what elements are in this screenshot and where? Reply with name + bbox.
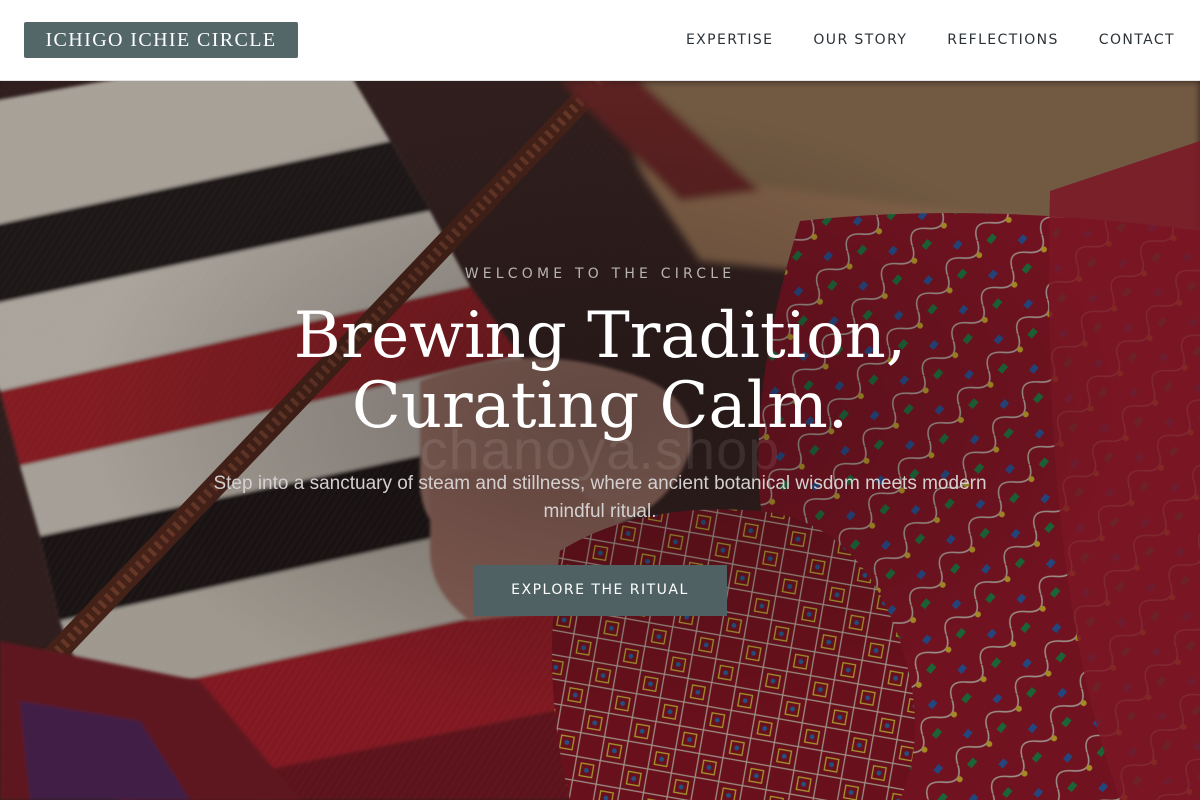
site-logo[interactable]: ICHIGO ICHIE CIRCLE	[24, 22, 298, 58]
hero-subtitle: Step into a sanctuary of steam and still…	[213, 473, 987, 522]
hero-content: WELCOME TO THE CIRCLE Brewing Tradition,…	[0, 81, 1200, 800]
nav-link-expertise[interactable]: EXPERTISE	[686, 30, 773, 50]
landing-page: ICHIGO ICHIE CIRCLE EXPERTISE OUR STORY …	[0, 0, 1200, 800]
nav-link-contact[interactable]: CONTACT	[1099, 30, 1175, 50]
nav-link-our-story[interactable]: OUR STORY	[813, 30, 907, 50]
explore-ritual-button[interactable]: EXPLORE THE RITUAL	[473, 565, 727, 616]
main-nav: EXPERTISE OUR STORY REFLECTIONS CONTACT	[646, 30, 1175, 50]
hero-section: WELCOME TO THE CIRCLE Brewing Tradition,…	[0, 81, 1200, 800]
hero-eyebrow: WELCOME TO THE CIRCLE	[464, 266, 736, 282]
nav-link-reflections[interactable]: REFLECTIONS	[947, 30, 1059, 50]
hero-headline-line-1: Brewing Tradition,	[293, 299, 907, 373]
hero-headline: Brewing Tradition, Curating Calm.	[0, 301, 1200, 441]
site-header: ICHIGO ICHIE CIRCLE EXPERTISE OUR STORY …	[0, 0, 1200, 81]
hero-headline-line-2: Curating Calm.	[351, 369, 849, 443]
